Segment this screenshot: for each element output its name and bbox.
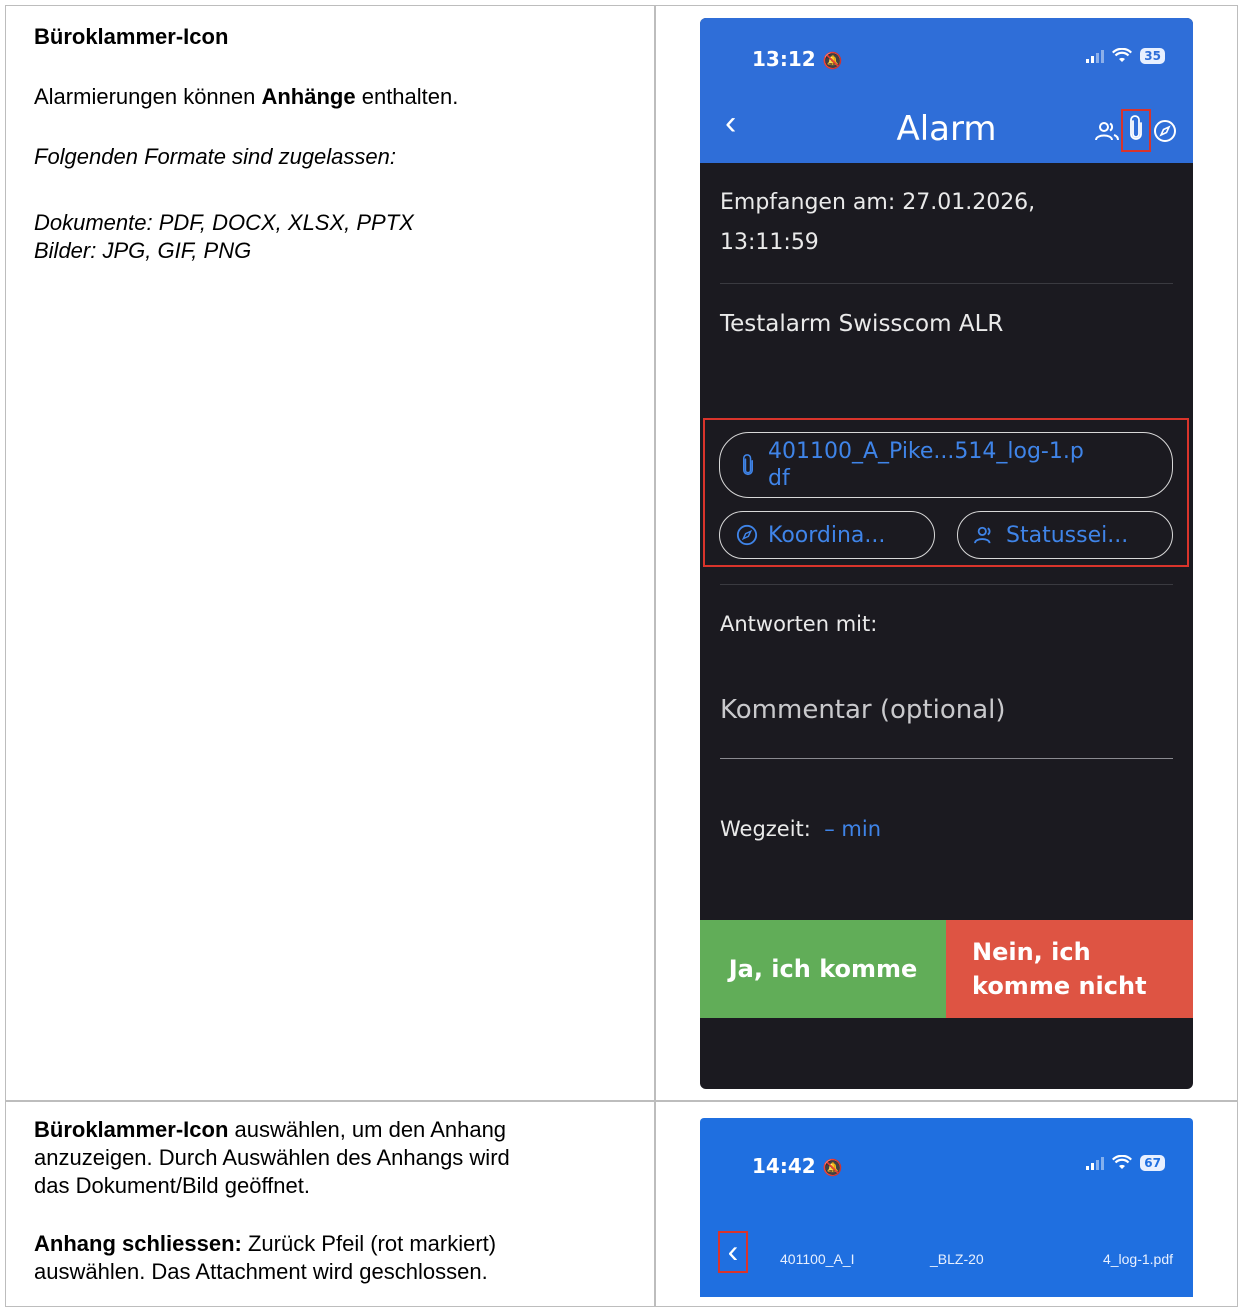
received-date: Empfangen am: 27.01.2026, — [720, 190, 1036, 215]
row-divider — [5, 1100, 1238, 1102]
instruction-open-line3: das Dokument/Bild geöffnet. — [34, 1173, 310, 1198]
comment-input[interactable]: Kommentar (optional) — [720, 695, 1006, 725]
coordinates-chip[interactable]: Koordina... — [719, 511, 935, 559]
comment-underline — [720, 758, 1173, 759]
instruction-close-line2: auswählen. Das Attachment wird geschloss… — [34, 1259, 488, 1284]
status-icons: 67 — [1086, 1155, 1165, 1171]
instruction-open-line1: Büroklammer-Icon auswählen, um den Anhan… — [34, 1117, 507, 1142]
filename-part-1: 401100_A_I — [780, 1251, 855, 1267]
compass-icon — [736, 524, 758, 546]
not-coming-button[interactable]: Nein, ich komme nicht — [946, 920, 1193, 1018]
yes-coming-button[interactable]: Ja, ich komme — [700, 920, 946, 1018]
mute-bell-icon: 🔕 — [822, 1158, 843, 1177]
wifi-icon — [1112, 48, 1133, 62]
divider — [720, 283, 1173, 284]
paperclip-icon — [1130, 115, 1142, 140]
attachment-viewer-screenshot: 14:42 🔕 67 ‹ 401100_A_I _BLZ-20 4_log-1.… — [700, 1118, 1193, 1297]
column-divider — [654, 5, 656, 1307]
paperclip-icon — [743, 454, 753, 476]
divider — [720, 584, 1173, 585]
people-icon[interactable] — [1095, 120, 1119, 142]
compass-icon[interactable] — [1153, 119, 1177, 143]
signal-icon — [1086, 1156, 1105, 1170]
filename-part-3: 4_log-1.pdf — [1102, 1251, 1173, 1267]
formats-images: Bilder: JPG, GIF, PNG — [34, 238, 252, 263]
wifi-icon — [1112, 1155, 1133, 1169]
formats-documents: Dokumente: PDF, DOCX, XLSX, PPTX — [34, 210, 414, 235]
status-page-chip[interactable]: Statussei... — [957, 511, 1173, 559]
status-icons: 35 — [1086, 48, 1165, 64]
intro-text: Alarmierungen können Anhänge enthalten. — [34, 84, 459, 109]
status-time: 14:42 🔕 — [752, 1154, 843, 1178]
formats-intro: Folgenden Formate sind zugelassen: — [34, 144, 396, 169]
paperclip-icon-highlighted[interactable] — [1121, 109, 1151, 152]
battery-icon: 35 — [1140, 48, 1165, 64]
coordinates-chip-label: Koordina... — [768, 522, 886, 548]
reply-label: Antworten mit: — [720, 612, 878, 636]
travel-time: Wegzeit: – min — [720, 817, 882, 841]
attachment-chip[interactable]: 401100_A_Pike...514_log-1.p df — [719, 432, 1173, 498]
alarm-screen-screenshot: 13:12 🔕 35 ‹ Alarm Empfangen am: 27.01.2… — [700, 18, 1193, 1089]
people-icon — [974, 526, 991, 544]
instruction-close-line1: Anhang schliessen: Zurück Pfeil (rot mar… — [34, 1231, 497, 1256]
travel-time-value[interactable]: – min — [824, 817, 881, 841]
status-page-chip-label: Statussei... — [1006, 522, 1129, 548]
mute-bell-icon: 🔕 — [822, 51, 843, 70]
signal-icon — [1086, 49, 1105, 63]
attachment-name-line1: 401100_A_Pike...514_log-1.p — [768, 439, 1084, 464]
received-time: 13:11:59 — [720, 230, 819, 255]
header-actions — [1095, 109, 1177, 152]
alarm-message: Testalarm Swisscom ALR — [720, 311, 1004, 337]
battery-icon: 67 — [1140, 1155, 1165, 1171]
section-heading: Büroklammer-Icon — [34, 24, 229, 49]
status-time: 13:12 🔕 — [752, 47, 843, 71]
filename-part-2: _BLZ-20 — [930, 1251, 984, 1267]
instruction-open-line2: anzuzeigen. Durch Auswählen des Anhangs … — [34, 1145, 510, 1170]
back-chevron-icon[interactable]: ‹ — [718, 1231, 748, 1273]
app-header: 13:12 🔕 35 ‹ Alarm — [700, 18, 1193, 163]
attachment-name-line2: df — [768, 466, 790, 491]
